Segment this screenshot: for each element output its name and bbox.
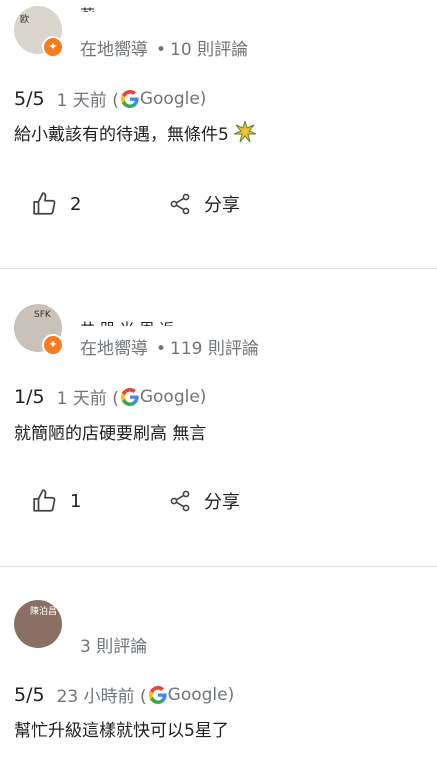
avatar-text: 陳泊昌 (30, 607, 58, 617)
review-source: Google) (139, 88, 207, 109)
thumb-up-icon (33, 489, 56, 512)
review-count: 119 則評論 (170, 339, 259, 359)
review-time: 23 小時前 ( (56, 687, 147, 707)
thumb-up-icon (33, 192, 56, 215)
like-count: 1 (70, 490, 82, 512)
avatar-text: 欧 (20, 15, 30, 25)
sparkle-emoji-icon (234, 121, 257, 143)
share-icon (170, 193, 190, 215)
google-g-icon (120, 89, 139, 108)
rating-line: 1/5 1 天前 ( Google) (14, 384, 207, 410)
review-time: 1 天前 ( (56, 91, 119, 111)
review-text-content: 給小戴該有的待遇，無條件5 (14, 125, 229, 145)
rating-score: 5/5 (14, 683, 45, 706)
local-guide-label: 在地嚮導 (80, 339, 148, 359)
separator-dot: • (156, 339, 167, 359)
review-text: 給小戴該有的待遇，無條件5 (14, 120, 257, 145)
rating-line: 5/5 1 天前 ( Google) (14, 86, 207, 112)
google-g-icon (120, 387, 139, 406)
share-label: 分享 (204, 195, 240, 216)
local-guide-label: 在地嚮導 (80, 40, 148, 60)
like-button[interactable]: 1 (32, 488, 81, 514)
review-source: Google) (139, 386, 207, 407)
review-divider (0, 268, 437, 269)
rating-line: 5/5 23 小時前 ( Google) (14, 682, 235, 708)
review-source: Google) (167, 684, 235, 705)
local-guide-star-icon: ✦ (42, 334, 64, 356)
google-g-icon (148, 685, 167, 704)
local-guide-star-icon: ✦ (42, 36, 64, 58)
reviewer-meta: 在地嚮導 • 119 則評論 (80, 334, 259, 359)
avatar-text: SFK (34, 310, 51, 320)
reviewer-meta: 3 則評論 (80, 632, 147, 657)
share-label: 分享 (204, 492, 240, 513)
rating-score: 1/5 (14, 385, 45, 408)
like-count: 2 (70, 193, 82, 215)
reviewer-avatar[interactable]: 陳泊昌 (14, 600, 62, 648)
rating-score: 5/5 (14, 87, 45, 110)
reviewer-name[interactable]: 莉 (80, 4, 95, 12)
share-icon (170, 490, 190, 512)
review-time: 1 天前 ( (56, 389, 119, 409)
review-divider (0, 566, 437, 567)
review-text: 幫忙升級這樣就快可以5星了 (14, 721, 229, 741)
separator-dot: • (156, 40, 167, 60)
share-button[interactable]: 分享 (168, 488, 240, 514)
like-button[interactable]: 2 (32, 191, 81, 217)
review-count: 3 則評論 (80, 637, 148, 657)
review-count: 10 則評論 (170, 40, 249, 60)
reviewer-meta: 在地嚮導 • 10 則評論 (80, 35, 248, 60)
reviewer-name[interactable]: 井 咒 米 周 返 (80, 318, 174, 326)
review-text: 就簡陋的店硬要刷高 無言 (14, 424, 207, 444)
share-button[interactable]: 分享 (168, 191, 240, 217)
